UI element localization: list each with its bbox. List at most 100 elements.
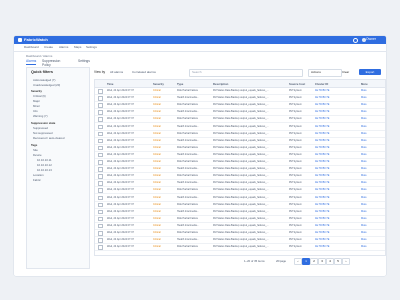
row-more-link[interactable]: More	[361, 89, 367, 92]
row-more-link[interactable]: More	[361, 210, 367, 213]
row-checkbox[interactable]	[98, 245, 103, 250]
row-more-link[interactable]: More	[361, 231, 367, 234]
nav-item-settings[interactable]: Settings	[86, 45, 97, 49]
cell-cluster-id[interactable]: 1E:7D:B0:7E	[315, 181, 355, 184]
filter-severity-info[interactable]: Info	[33, 109, 38, 113]
cell-cluster-id[interactable]: 1E:7D:B0:7E	[315, 188, 355, 191]
cell-cluster-id[interactable]: 1E:7D:B0:7E	[315, 160, 355, 163]
filter-suppressed[interactable]: Suppressed	[33, 126, 48, 130]
cell-cluster-id[interactable]: 1E:7D:B0:7E	[315, 117, 355, 120]
filter-tag-site[interactable]: Site	[33, 148, 38, 152]
filter-tag-ip-1[interactable]: 10.10.10.11	[37, 158, 52, 162]
nav-item-dashboard[interactable]: Dashboard	[24, 45, 39, 49]
row-more-link[interactable]: More	[361, 139, 367, 142]
export-button[interactable]: Export	[359, 69, 381, 75]
user-name[interactable]: Owner	[366, 37, 376, 41]
page-button-4[interactable]: 4	[326, 258, 334, 265]
cell-cluster-id[interactable]: 1E:7D:B0:7E	[315, 224, 355, 227]
cell-cluster-id[interactable]: 1E:7D:B0:7E	[315, 196, 355, 199]
row-more-link[interactable]: More	[361, 174, 367, 177]
nav-item-create[interactable]: Create	[44, 45, 53, 49]
row-checkbox[interactable]	[98, 231, 103, 236]
cell-cluster-id[interactable]: 1E:7D:B0:7E	[315, 238, 355, 241]
row-more-link[interactable]: More	[361, 167, 367, 170]
nav-item-maps[interactable]: Maps	[74, 45, 81, 49]
cell-cluster-id[interactable]: 1E:7D:B0:7E	[315, 203, 355, 206]
row-more-link[interactable]: More	[361, 238, 367, 241]
row-checkbox[interactable]	[98, 117, 103, 122]
filter-tag-ip-3[interactable]: 10.10.10.13	[37, 168, 52, 172]
cell-cluster-id[interactable]: 1E:7D:B0:7E	[315, 146, 355, 149]
next-page-button[interactable]: ›	[342, 258, 350, 265]
column-cluster-id[interactable]: Cluster ID	[315, 82, 328, 86]
row-more-link[interactable]: More	[361, 188, 367, 191]
row-checkbox[interactable]	[98, 202, 103, 208]
tab-settings[interactable]: Settings	[78, 59, 90, 63]
filter-severity-major[interactable]: Major	[33, 99, 40, 103]
page-button-2[interactable]: 2	[310, 258, 318, 265]
cell-cluster-id[interactable]: 1E:7D:B0:7E	[315, 96, 355, 99]
cell-cluster-id[interactable]: 1E:7D:B0:7E	[315, 132, 355, 135]
bell-icon[interactable]	[353, 38, 358, 43]
cell-cluster-id[interactable]: 1E:7D:B0:7E	[315, 153, 355, 156]
row-checkbox[interactable]	[98, 209, 103, 215]
row-more-link[interactable]: More	[361, 103, 367, 106]
row-more-link[interactable]: More	[361, 117, 367, 120]
row-checkbox[interactable]	[98, 223, 103, 229]
search-input[interactable]: Search	[189, 69, 303, 77]
row-more-link[interactable]: More	[361, 245, 367, 248]
row-more-link[interactable]: More	[361, 153, 367, 156]
filter-not-suppressed[interactable]: Not suppressed	[33, 131, 53, 135]
cell-cluster-id[interactable]: 1E:7D:B0:7E	[315, 139, 355, 142]
row-checkbox[interactable]	[98, 238, 103, 243]
cell-cluster-id[interactable]: 1E:7D:B0:7E	[315, 103, 355, 106]
row-checkbox[interactable]	[98, 96, 103, 101]
per-page-select[interactable]: 20/page	[276, 259, 286, 263]
radio-all-alarms[interactable]: All alarms	[110, 70, 123, 74]
filter-tag-location[interactable]: Location	[33, 173, 44, 177]
cell-cluster-id[interactable]: 1E:7D:B0:7E	[315, 217, 355, 220]
filter-recovered[interactable]: Recovered / auto-cleared	[33, 136, 64, 140]
cell-cluster-id[interactable]: 1E:7D:B0:7E	[315, 245, 355, 248]
row-checkbox[interactable]	[98, 145, 103, 151]
row-more-link[interactable]: More	[361, 146, 367, 149]
page-button-1[interactable]: 1	[302, 258, 310, 265]
row-more-link[interactable]: More	[361, 181, 367, 184]
filter-tag-device[interactable]: Device	[33, 153, 42, 157]
row-checkbox[interactable]	[98, 188, 103, 193]
column-source-host[interactable]: Source host	[289, 82, 305, 86]
row-checkbox[interactable]	[98, 124, 103, 129]
tab-alarms[interactable]: Alarms	[26, 59, 37, 65]
row-checkbox[interactable]	[98, 138, 103, 144]
cell-cluster-id[interactable]: 1E:7D:B0:7E	[315, 110, 355, 113]
row-more-link[interactable]: More	[361, 196, 367, 199]
clear-button[interactable]: Clear	[342, 70, 349, 74]
row-checkbox[interactable]	[98, 195, 103, 200]
row-checkbox[interactable]	[98, 152, 103, 158]
table-row[interactable]: Wed, 24 Apr 2024 07:37 Critical Disk Parti…	[95, 243, 385, 252]
filter-unacknowledged[interactable]: Unacknowledged (20)	[33, 83, 60, 87]
column-description[interactable]: Description	[213, 82, 228, 86]
cell-cluster-id[interactable]: 1E:7D:B0:7E	[315, 210, 355, 213]
column-time[interactable]: Time	[107, 82, 113, 86]
row-more-link[interactable]: More	[361, 132, 367, 135]
row-more-link[interactable]: More	[361, 96, 367, 99]
row-checkbox[interactable]	[98, 174, 103, 179]
radio-correlated-alarms[interactable]: Correlated alarms	[132, 70, 156, 74]
cell-cluster-id[interactable]: 1E:7D:B0:7E	[315, 125, 355, 128]
cell-cluster-id[interactable]: 1E:7D:B0:7E	[315, 231, 355, 234]
row-checkbox[interactable]	[98, 181, 103, 186]
actions-dropdown[interactable]: Actions	[308, 69, 342, 77]
column-type[interactable]: Type	[177, 82, 183, 86]
cell-cluster-id[interactable]: 1E:7D:B0:7E	[315, 89, 355, 92]
filter-severity-warning[interactable]: Warning (7)	[33, 114, 48, 118]
cell-cluster-id[interactable]: 1E:7D:B0:7E	[315, 167, 355, 170]
row-checkbox[interactable]	[98, 110, 103, 115]
row-more-link[interactable]: More	[361, 125, 367, 128]
row-more-link[interactable]: More	[361, 110, 367, 113]
filter-acknowledged[interactable]: Acknowledged (7)	[33, 78, 55, 82]
row-checkbox[interactable]	[98, 89, 103, 94]
nav-item-alarms[interactable]: Alarms	[59, 45, 68, 49]
row-checkbox[interactable]	[98, 103, 103, 108]
page-button-3[interactable]: 3	[318, 258, 326, 265]
